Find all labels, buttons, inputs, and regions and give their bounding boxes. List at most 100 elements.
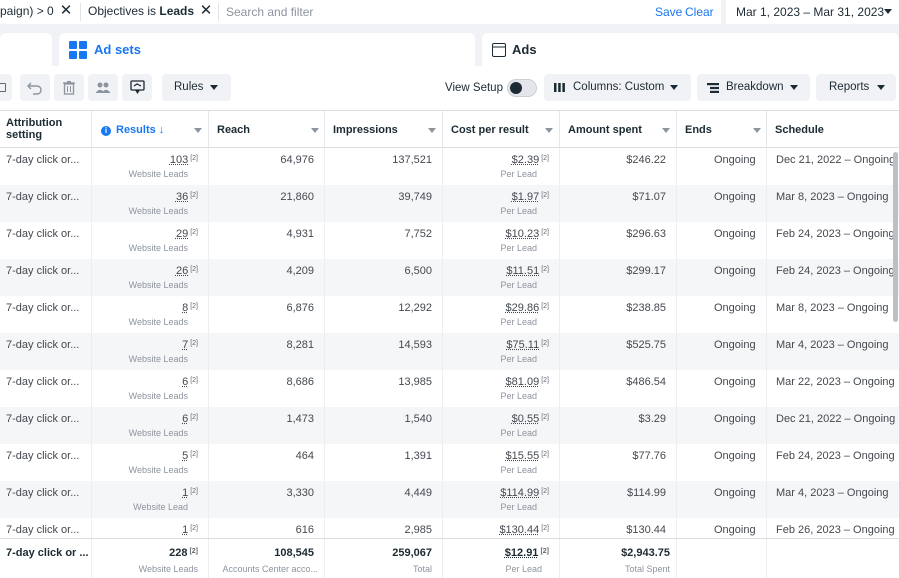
total-cost[interactable]: $12.91: [505, 547, 539, 559]
cell-impressions: 7,752: [325, 222, 443, 259]
table-row[interactable]: 7-day click or... Website Leads 29 [2] 4,931…: [0, 222, 899, 259]
table-row[interactable]: 7-day click or... Website Leads 8 [2] 6,876 1…: [0, 296, 899, 333]
footnote-icon: [2]: [541, 266, 549, 273]
results-value[interactable]: 7: [182, 339, 188, 351]
tab-ads[interactable]: Ads: [482, 33, 899, 66]
reports-dropdown[interactable]: Reports: [816, 74, 896, 101]
save-button[interactable]: Save: [655, 5, 682, 19]
results-value[interactable]: 6: [182, 376, 188, 388]
cell-schedule: Dec 21, 2022 – Ongoing: [767, 407, 899, 444]
column-header-attribution[interactable]: Attribution setting: [0, 111, 92, 148]
table-row[interactable]: 7-day click or... Website Leads 103 [2] 64,9…: [0, 148, 899, 185]
ads-window-icon: [492, 43, 506, 57]
table-row[interactable]: 7-day click or... Website Leads 36 [2] 21,86…: [0, 185, 899, 222]
results-value[interactable]: 29: [176, 228, 188, 240]
total-cost-wrap: $12.91 [2]: [505, 547, 549, 559]
schedule-text: Dec 21, 2022 – Ongoing: [776, 154, 896, 166]
results-value[interactable]: 1: [182, 524, 188, 536]
tab-ad-sets[interactable]: Ad sets: [59, 33, 475, 66]
delete-button[interactable]: [54, 74, 84, 101]
filter-chip-objectives[interactable]: Objectives is Leads: [88, 2, 194, 21]
cell-ends: Ongoing: [677, 222, 767, 259]
edit-button[interactable]: [0, 74, 12, 101]
column-header-impressions[interactable]: Impressions: [325, 111, 443, 148]
table-row[interactable]: 7-day click or... Website Leads 6 [2] 1,473 1…: [0, 407, 899, 444]
cost-per-result-value[interactable]: $81.09: [506, 376, 540, 388]
results-value[interactable]: 103: [170, 154, 188, 166]
date-range-picker[interactable]: Mar 1, 2023 – Mar 31, 2023: [726, 0, 899, 24]
table-row[interactable]: 7-day click or... Website Leads 6 [2] 8,686 1…: [0, 370, 899, 407]
results-value[interactable]: 8: [182, 302, 188, 314]
breakdown-dropdown[interactable]: Breakdown: [697, 74, 810, 101]
cell-results: Website Leads 36 [2]: [92, 185, 209, 222]
cell-schedule: Mar 4, 2023 – Ongoing: [767, 333, 899, 370]
ends-text: Ongoing: [714, 524, 756, 536]
schedule-text: Feb 24, 2023 – Ongoing: [776, 265, 895, 277]
results-value[interactable]: 5: [182, 450, 188, 462]
table-row[interactable]: 7-day click or... Website Leads 26 [2] 4,209…: [0, 259, 899, 296]
cost-per-result-value[interactable]: $114.99: [500, 487, 539, 499]
results-wrap: 1 [2]: [182, 487, 198, 499]
results-value[interactable]: 26: [176, 265, 188, 277]
preview-button[interactable]: [122, 74, 152, 101]
cost-per-result-value[interactable]: $2.39: [512, 154, 540, 166]
cell-reach: 4,931: [209, 222, 325, 259]
chevron-down-icon: [670, 85, 678, 90]
cost-per-result-value[interactable]: $11.51: [506, 265, 539, 277]
column-header-schedule[interactable]: Schedule: [767, 111, 899, 148]
impressions-value: 14,593: [398, 339, 432, 351]
spent-value: $130.44: [626, 524, 666, 536]
column-header-reach[interactable]: Reach: [209, 111, 325, 148]
column-header-cost-per-result[interactable]: Cost per result: [443, 111, 560, 148]
total-spent: $2,943.75: [621, 547, 670, 559]
search-and-filter-box[interactable]: paign) > 0 ✕ Objectives is Leads ✕ Save …: [0, 0, 721, 24]
remove-filter-close-icon[interactable]: ✕: [199, 3, 213, 19]
reach-value: 8,686: [286, 376, 314, 388]
footnote-icon: [2]: [540, 548, 549, 555]
search-input[interactable]: [226, 3, 626, 21]
table-row[interactable]: 7-day click or... Website Lead 1 [2] 3,330 4,…: [0, 481, 899, 518]
results-subtext: Website Leads: [128, 317, 188, 327]
chevron-down-icon: [311, 128, 319, 133]
column-header-ends[interactable]: Ends: [677, 111, 767, 148]
rules-dropdown[interactable]: Rules: [162, 74, 231, 101]
view-setup-toggle[interactable]: [507, 79, 537, 97]
cost-per-result-value[interactable]: $0.55: [512, 413, 540, 425]
table-row[interactable]: 7-day click or... Website Leads 7 [2] 8,281 1…: [0, 333, 899, 370]
column-header-results[interactable]: i Results ↓: [92, 111, 209, 148]
cost-per-result-value[interactable]: $1.97: [512, 191, 540, 203]
results-value[interactable]: 6: [182, 413, 188, 425]
column-header-label: Ends: [685, 124, 712, 136]
tab-campaigns[interactable]: [0, 33, 52, 66]
results-value[interactable]: 1: [182, 487, 188, 499]
cell-impressions: 4,449: [325, 481, 443, 518]
ends-text: Ongoing: [714, 487, 756, 499]
cost-per-result-value[interactable]: $29.86: [506, 302, 540, 314]
cell-ends: Ongoing: [677, 259, 767, 296]
cell-impressions: 12,292: [325, 296, 443, 333]
cost-subtext: Per Lead: [500, 465, 537, 475]
column-header-amount-spent[interactable]: Amount spent: [560, 111, 677, 148]
divider: [218, 3, 219, 21]
clear-button[interactable]: Clear: [685, 5, 714, 19]
reach-value: 4,931: [286, 228, 314, 240]
audience-button[interactable]: [88, 74, 118, 101]
table-row[interactable]: 7-day click or... Website Leads 5 [2] 464 1,3…: [0, 444, 899, 481]
chevron-down-icon: [545, 128, 553, 133]
cost-per-result-value[interactable]: $10.23: [506, 228, 540, 240]
cell-results: Website Leads 5 [2]: [92, 444, 209, 481]
results-value[interactable]: 36: [176, 191, 188, 203]
columns-dropdown[interactable]: Columns: Custom: [544, 74, 691, 101]
filter-chip-spend[interactable]: paign) > 0: [0, 2, 54, 21]
undo-button[interactable]: [20, 74, 50, 101]
cost-per-result-value[interactable]: $15.55: [506, 450, 540, 462]
remove-filter-close-icon[interactable]: ✕: [59, 3, 73, 19]
cell-cost: Per Lead $114.99 [2]: [443, 481, 560, 518]
vertical-scrollbar[interactable]: [893, 152, 898, 322]
cost-subtext: Per Lead: [500, 354, 537, 364]
column-header-label-wrap: i Results ↓: [101, 124, 164, 136]
cost-per-result-value[interactable]: $130.44: [499, 524, 539, 536]
impressions-value: 1,391: [404, 450, 432, 462]
cell-impressions: 1,391: [325, 444, 443, 481]
cost-per-result-value[interactable]: $75.11: [506, 339, 539, 351]
